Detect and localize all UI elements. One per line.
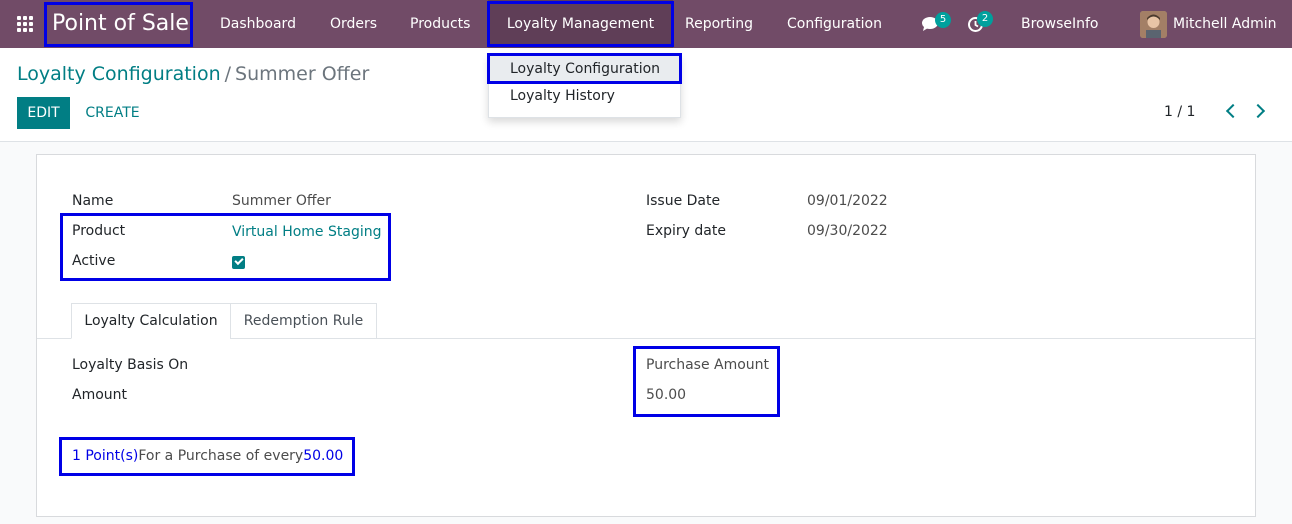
name-label: Name <box>72 193 114 209</box>
app-name[interactable]: Point of Sale <box>52 0 189 48</box>
apps-grid-icon[interactable] <box>17 16 35 32</box>
menu-products[interactable]: Products <box>410 0 470 48</box>
expiry-date-label: Expiry date <box>646 223 726 239</box>
loyalty-dropdown-menu: Loyalty Configuration Loyalty History <box>488 55 681 118</box>
tab-loyalty-calculation[interactable]: Loyalty Calculation <box>71 303 231 339</box>
loyalty-rule-line: 1 Point(s)For a Purchase of every50.00 <box>72 448 343 464</box>
breadcrumb-separator: / <box>224 63 232 85</box>
product-link[interactable]: Virtual Home Staging <box>232 224 381 240</box>
user-menu[interactable]: Mitchell Admin <box>1173 0 1277 48</box>
dropdown-item-loyalty-configuration[interactable]: Loyalty Configuration <box>489 56 680 83</box>
issue-date-value: 09/01/2022 <box>807 193 888 209</box>
loyalty-basis-label: Loyalty Basis On <box>72 357 189 373</box>
rule-points: 1 Point(s) <box>72 448 139 464</box>
expiry-date-value: 09/30/2022 <box>807 223 888 239</box>
amount-label: Amount <box>72 387 128 403</box>
rule-text: For a Purchase of every <box>138 448 304 464</box>
loyalty-basis-value: Purchase Amount <box>646 357 770 373</box>
dropdown-item-loyalty-history[interactable]: Loyalty History <box>489 83 680 110</box>
active-label: Active <box>72 253 116 269</box>
top-navbar: Point of Sale Dashboard Orders Products … <box>0 0 1292 48</box>
tab-redemption-rule[interactable]: Redemption Rule <box>230 303 377 339</box>
name-value: Summer Offer <box>232 193 331 209</box>
activities-badge: 2 <box>977 11 993 27</box>
create-button[interactable]: CREATE <box>79 97 146 129</box>
menu-reporting[interactable]: Reporting <box>685 0 753 48</box>
amount-value: 50.00 <box>646 387 687 403</box>
breadcrumb-parent[interactable]: Loyalty Configuration <box>17 63 221 85</box>
menu-loyalty-management[interactable]: Loyalty Management <box>488 0 673 48</box>
edit-button[interactable]: EDIT <box>17 97 70 129</box>
menu-configuration[interactable]: Configuration <box>787 0 882 48</box>
avatar[interactable] <box>1140 11 1167 38</box>
active-checkbox[interactable] <box>232 256 245 269</box>
product-label: Product <box>72 223 126 239</box>
breadcrumb: Loyalty Configuration / Summer Offer <box>17 63 369 85</box>
pager-value[interactable]: 1 / 1 <box>1164 104 1195 120</box>
breadcrumb-current: Summer Offer <box>235 63 370 85</box>
issue-date-label: Issue Date <box>646 193 721 209</box>
menu-orders[interactable]: Orders <box>330 0 377 48</box>
menu-dashboard[interactable]: Dashboard <box>220 0 296 48</box>
company-switcher[interactable]: BrowseInfo <box>1021 0 1098 48</box>
rule-amount: 50.00 <box>303 448 344 464</box>
messages-badge: 5 <box>935 12 951 28</box>
